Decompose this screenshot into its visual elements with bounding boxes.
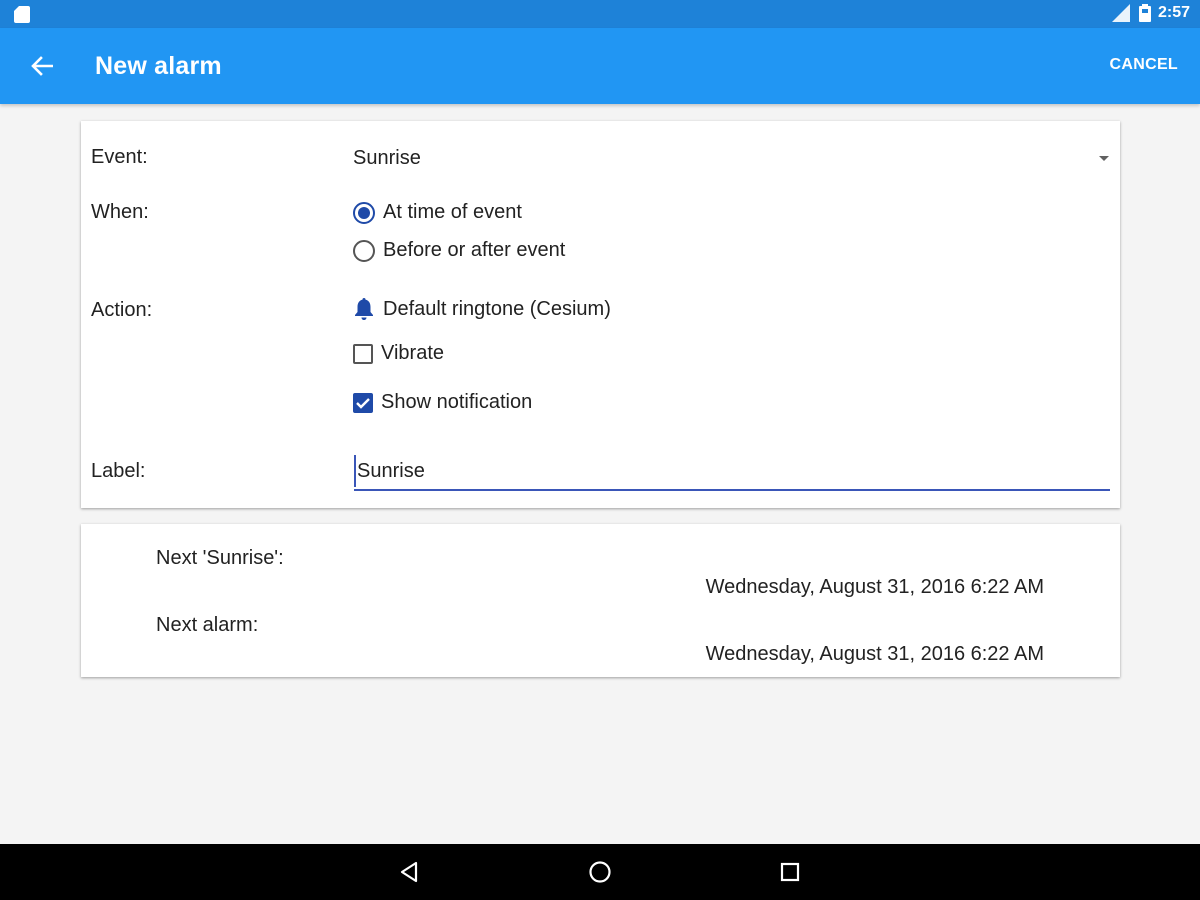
dropdown-arrow-icon bbox=[1099, 155, 1109, 161]
event-dropdown[interactable]: Sunrise bbox=[353, 143, 1113, 173]
next-alarm-value: Wednesday, August 31, 2016 6:22 AM bbox=[705, 643, 1044, 665]
navigation-bar bbox=[0, 844, 1200, 900]
notification-checkbox[interactable] bbox=[353, 392, 373, 413]
page-title: New alarm bbox=[95, 52, 222, 80]
next-event-value: Wednesday, August 31, 2016 6:22 AM bbox=[705, 576, 1044, 598]
ringtone-value: Default ringtone (Cesium) bbox=[383, 297, 611, 320]
next-alarm-label: Next alarm: bbox=[156, 614, 259, 636]
radio-at-time-of-event[interactable]: At time of event bbox=[353, 201, 522, 224]
next-occurrence-card: Next 'Sunrise': Wednesday, August 31, 20… bbox=[81, 524, 1120, 677]
cancel-button[interactable]: CANCEL bbox=[1110, 56, 1178, 74]
event-value: Sunrise bbox=[353, 146, 421, 169]
arrow-back-icon bbox=[31, 56, 53, 76]
vibrate-option[interactable]: Vibrate bbox=[353, 342, 444, 365]
action-label: Action: bbox=[91, 299, 153, 321]
alarm-settings-card: Event: Sunrise When: At time of event Be… bbox=[81, 121, 1120, 508]
vibrate-label: Vibrate bbox=[381, 342, 445, 364]
radio-before-or-after-event[interactable]: Before or after event bbox=[353, 239, 565, 262]
label-field-label: Label: bbox=[91, 460, 146, 482]
ringtone-picker[interactable]: Default ringtone (Cesium) bbox=[353, 297, 611, 321]
checkmark-icon bbox=[356, 397, 370, 409]
app-bar: New alarm CANCEL bbox=[0, 28, 1200, 104]
event-label: Event: bbox=[91, 146, 148, 168]
notification-label: Show notification bbox=[381, 391, 533, 413]
radio-label: Before or after event bbox=[383, 239, 566, 261]
label-input[interactable] bbox=[354, 455, 1110, 487]
battery-icon bbox=[1138, 4, 1151, 22]
sd-card-icon bbox=[14, 6, 30, 23]
show-notification-option[interactable]: Show notification bbox=[353, 391, 532, 414]
radio-unchecked-icon[interactable] bbox=[353, 239, 375, 262]
radio-checked-icon[interactable] bbox=[353, 201, 375, 224]
status-time: 2:57 bbox=[1157, 4, 1190, 21]
back-button[interactable] bbox=[22, 46, 62, 86]
when-label: When: bbox=[91, 201, 149, 223]
signal-icon bbox=[1111, 4, 1130, 22]
nav-recents-icon[interactable] bbox=[776, 858, 804, 886]
radio-label: At time of event bbox=[383, 201, 522, 223]
next-event-label: Next 'Sunrise': bbox=[156, 547, 284, 569]
vibrate-checkbox[interactable] bbox=[353, 343, 373, 364]
nav-back-icon[interactable] bbox=[396, 858, 424, 886]
nav-home-icon[interactable] bbox=[586, 858, 614, 886]
bell-icon bbox=[355, 298, 373, 320]
label-input-underline bbox=[354, 455, 1110, 491]
status-bar: 2:57 bbox=[0, 0, 1200, 28]
